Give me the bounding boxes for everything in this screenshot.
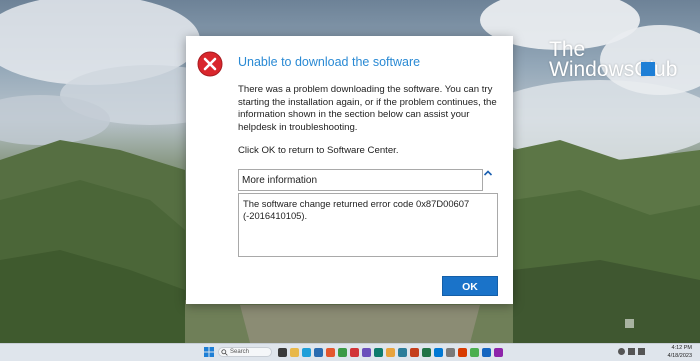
search-icon [221, 349, 228, 356]
app-icon-3[interactable] [374, 348, 383, 357]
more-information-header[interactable]: More information [238, 169, 483, 191]
watermark-line1: The [549, 38, 586, 61]
watermark-line2: WindowsClub [549, 58, 678, 81]
file-explorer-icon[interactable] [290, 348, 299, 357]
clock-time: 4:12 PM [671, 345, 692, 351]
mail-icon[interactable] [314, 348, 323, 357]
app-icon-13[interactable] [494, 348, 503, 357]
app-icon-7[interactable] [422, 348, 431, 357]
error-details-box[interactable]: The software change returned error code … [238, 193, 498, 257]
error-details-text: The software change returned error code … [243, 198, 470, 221]
windows-start-icon[interactable] [204, 347, 214, 357]
edge-icon[interactable] [302, 348, 311, 357]
taskbar-clock[interactable]: 4:12 PM 4/18/2023 [652, 344, 692, 360]
dialog-instruction: Click OK to return to Software Center. [238, 145, 399, 156]
app-icon-5[interactable] [398, 348, 407, 357]
more-information-label: More information [242, 175, 318, 186]
wifi-icon[interactable] [628, 348, 635, 355]
chevron-tray-icon[interactable] [618, 348, 625, 355]
chevron-up-icon[interactable] [482, 167, 494, 179]
thewindowsclub-watermark: The WindowsClub [549, 38, 678, 81]
task-view-icon[interactable] [278, 348, 287, 357]
taskbar-search-label: Search [230, 349, 250, 355]
error-dialog: Unable to download the software There wa… [186, 36, 513, 304]
app-icon-1[interactable] [350, 348, 359, 357]
volume-icon[interactable] [638, 348, 645, 355]
app-icon-2[interactable] [362, 348, 371, 357]
taskbar: Search 4:12 PM 4/18/2023 [0, 343, 700, 361]
app-icon-11[interactable] [470, 348, 479, 357]
app-icon-9[interactable] [446, 348, 455, 357]
clock-date: 4/18/2023 [667, 353, 692, 359]
microsoft-store-watermark [625, 319, 637, 329]
app-icon-12[interactable] [482, 348, 491, 357]
store-logo-icon [625, 319, 634, 328]
watermark-logo-icon [641, 62, 655, 76]
dialog-message: There was a problem downloading the soft… [238, 84, 497, 133]
taskbar-search-box[interactable]: Search [218, 347, 272, 357]
xbox-icon[interactable] [338, 348, 347, 357]
app-icon-4[interactable] [386, 348, 395, 357]
ok-button[interactable]: OK [442, 276, 498, 296]
app-icon-6[interactable] [410, 348, 419, 357]
store-icon[interactable] [326, 348, 335, 357]
app-icon-8[interactable] [434, 348, 443, 357]
error-icon [197, 51, 223, 77]
app-icon-10[interactable] [458, 348, 467, 357]
dialog-title: Unable to download the software [238, 55, 421, 69]
